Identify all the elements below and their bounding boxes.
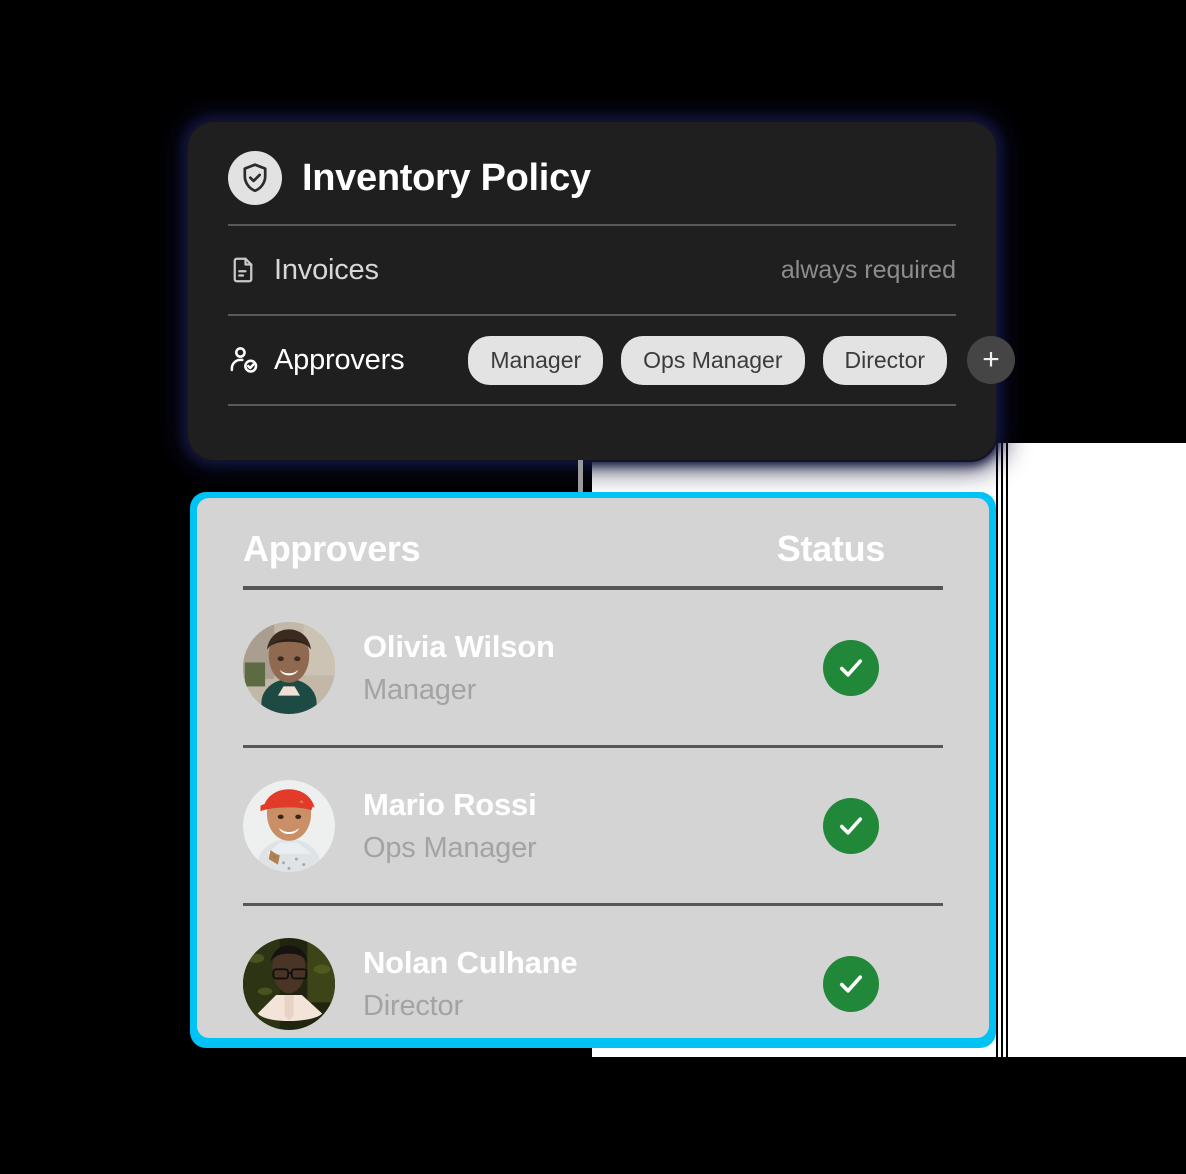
policy-row-invoices[interactable]: Invoices always required <box>228 226 956 314</box>
approver-role: Director <box>363 989 463 1022</box>
approver-chip-list: Manager Ops Manager Director + <box>468 335 1016 385</box>
screenshot-stage: Inventory Policy Invoices always require… <box>0 0 1186 1174</box>
connector-line <box>578 460 583 496</box>
shield-check-icon <box>228 151 282 205</box>
check-circle-icon <box>823 639 879 696</box>
edge-hairline-1 <box>996 443 998 1057</box>
policy-row-label: Approvers <box>274 343 405 376</box>
avatar <box>243 937 335 1030</box>
avatar <box>243 621 335 714</box>
document-icon <box>228 255 274 285</box>
approver-chip-director[interactable]: Director <box>822 335 948 385</box>
avatar <box>243 779 335 872</box>
approver-chip-ops-manager[interactable]: Ops Manager <box>621 335 805 385</box>
approvers-detail-panel: Approvers Status Olivia Wilson Manager M… <box>190 492 996 1048</box>
column-header-approvers: Approvers <box>243 528 421 569</box>
status-cell <box>823 639 879 696</box>
status-cell <box>823 797 879 854</box>
divider-top <box>228 224 956 226</box>
edge-hairline-2 <box>1001 443 1003 1057</box>
inventory-policy-card: Inventory Policy Invoices always require… <box>188 122 1016 460</box>
approvers-table-header: Approvers Status <box>243 528 943 586</box>
table-row[interactable]: Mario Rossi Ops Manager <box>243 748 943 903</box>
user-check-icon <box>228 344 274 376</box>
approver-name: Olivia Wilson <box>363 628 555 664</box>
approver-info: Mario Rossi Ops Manager <box>363 787 537 865</box>
approver-name: Nolan Culhane <box>363 944 578 980</box>
approver-name: Mario Rossi <box>363 786 537 822</box>
approver-role: Manager <box>363 673 477 706</box>
table-row[interactable]: Nolan Culhane Director <box>243 906 943 1061</box>
policy-row-approvers[interactable]: Approvers Manager Ops Manager Director + <box>228 316 1016 404</box>
policy-row-label: Invoices <box>274 253 379 286</box>
table-row[interactable]: Olivia Wilson Manager <box>243 590 943 745</box>
card-header: Inventory Policy <box>228 122 956 224</box>
check-circle-icon <box>823 955 879 1012</box>
page-title: Inventory Policy <box>302 156 591 199</box>
status-cell <box>823 955 879 1012</box>
approver-chip-manager[interactable]: Manager <box>468 335 604 385</box>
divider-middle <box>228 314 956 316</box>
check-circle-icon <box>823 797 879 854</box>
approver-info: Olivia Wilson Manager <box>363 629 555 707</box>
approver-info: Nolan Culhane Director <box>363 944 578 1023</box>
policy-row-value: always required <box>780 255 956 284</box>
column-header-status: Status <box>776 528 886 569</box>
approver-role: Ops Manager <box>363 831 537 864</box>
add-approver-button[interactable]: + <box>967 336 1016 384</box>
edge-hairline-3 <box>1006 443 1008 1057</box>
divider-bottom <box>228 404 956 406</box>
approvers-panel-inner: Approvers Status Olivia Wilson Manager M… <box>197 498 989 1038</box>
